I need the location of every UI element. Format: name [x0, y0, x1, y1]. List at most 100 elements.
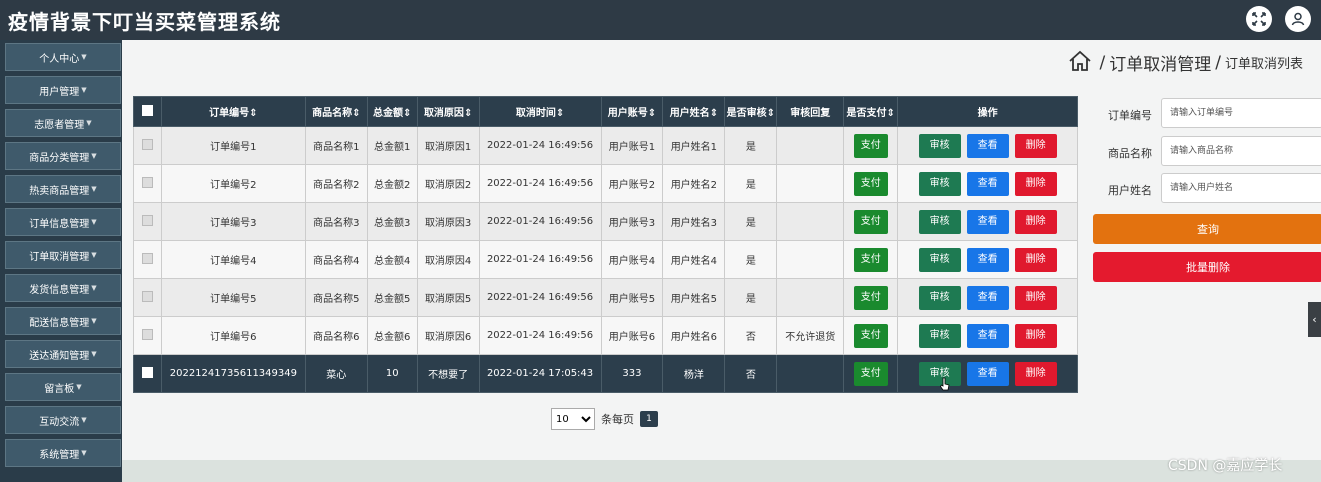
- table-row: 订单编号1 商品名称1 总金额1 取消原因1 2022-01-24 16:49:…: [133, 126, 1078, 165]
- delete-button[interactable]: 删除: [1014, 285, 1057, 310]
- audit-button[interactable]: 审核: [918, 133, 961, 158]
- chevron-down-icon: ▼: [91, 152, 97, 160]
- row-checkbox[interactable]: [141, 328, 153, 340]
- chevron-down-icon: ▼: [81, 416, 87, 424]
- top-bar: 疫情背景下叮当买菜管理系统: [0, 0, 1321, 40]
- col-order-no[interactable]: 订单编号⇕: [160, 96, 306, 127]
- col-audited[interactable]: 是否审核⇕: [724, 96, 778, 127]
- order-no-input[interactable]: [1161, 98, 1321, 128]
- table-row: 订单编号3 商品名称3 总金额3 取消原因3 2022-01-24 16:49:…: [133, 202, 1078, 241]
- pay-button[interactable]: 支付: [853, 247, 888, 272]
- row-checkbox[interactable]: [141, 214, 153, 226]
- table-header-row: 订单编号⇕ 商品名称⇕ 总金额⇕ 取消原因⇕ 取消时间⇕ 用户账号⇕ 用户姓名⇕…: [133, 96, 1078, 127]
- chevron-down-icon: ▼: [91, 317, 97, 325]
- user-name-input[interactable]: [1161, 173, 1321, 203]
- table-row: 订单编号4 商品名称4 总金额4 取消原因4 2022-01-24 16:49:…: [133, 240, 1078, 279]
- page-number-button[interactable]: 1: [640, 411, 658, 427]
- select-all-checkbox[interactable]: [133, 96, 162, 127]
- col-product[interactable]: 商品名称⇕: [304, 96, 368, 127]
- pay-button[interactable]: 支付: [853, 285, 888, 310]
- row-checkbox[interactable]: [141, 252, 153, 264]
- pagination: 10 条每页 1: [551, 408, 658, 430]
- sidebar-item-order-cancel[interactable]: 订单取消管理 ▼: [5, 241, 121, 269]
- delete-button[interactable]: 删除: [1014, 209, 1057, 234]
- delete-button[interactable]: 删除: [1014, 133, 1057, 158]
- col-account[interactable]: 用户账号⇕: [600, 96, 664, 127]
- footer-strip: [122, 460, 1321, 482]
- view-button[interactable]: 查看: [966, 285, 1009, 310]
- home-icon[interactable]: [1068, 50, 1092, 75]
- delete-button[interactable]: 删除: [1014, 361, 1057, 386]
- view-button[interactable]: 查看: [966, 361, 1009, 386]
- query-button[interactable]: 查询: [1093, 214, 1321, 244]
- chevron-down-icon: ▼: [91, 284, 97, 292]
- row-checkbox[interactable]: [141, 138, 153, 150]
- mouse-cursor-icon: [939, 377, 951, 396]
- pay-button[interactable]: 支付: [853, 323, 888, 348]
- col-time[interactable]: 取消时间⇕: [478, 96, 602, 127]
- sidebar-item-product-category[interactable]: 商品分类管理 ▼: [5, 142, 121, 170]
- delete-button[interactable]: 删除: [1014, 247, 1057, 272]
- sidebar-item-message-board[interactable]: 留言板 ▼: [5, 373, 121, 401]
- row-checkbox[interactable]: [141, 366, 153, 378]
- col-reply: 审核回复: [776, 96, 845, 127]
- chevron-down-icon: ▼: [91, 350, 97, 358]
- collapse-panel-icon[interactable]: ‹: [1308, 302, 1321, 337]
- chevron-down-icon: ▼: [91, 185, 97, 193]
- audit-button[interactable]: 审核: [918, 285, 961, 310]
- sidebar-item-volunteers[interactable]: 志愿者管理 ▼: [5, 109, 121, 137]
- audit-button[interactable]: 审核: [918, 171, 961, 196]
- user-icon[interactable]: [1285, 6, 1311, 32]
- product-name-input[interactable]: [1161, 136, 1321, 166]
- col-actions: 操作: [897, 96, 1078, 127]
- chevron-down-icon: ▼: [81, 86, 87, 94]
- order-cancel-table: 订单编号⇕ 商品名称⇕ 总金额⇕ 取消原因⇕ 取消时间⇕ 用户账号⇕ 用户姓名⇕…: [133, 96, 1078, 393]
- sidebar-item-users[interactable]: 用户管理 ▼: [5, 76, 121, 104]
- view-button[interactable]: 查看: [966, 133, 1009, 158]
- order-no-label: 订单编号: [1108, 109, 1152, 122]
- per-page-label: 条每页: [601, 413, 634, 426]
- breadcrumb: / 订单取消管理 / 订单取消列表: [1068, 50, 1303, 75]
- audit-button[interactable]: 审核: [918, 323, 961, 348]
- breadcrumb-current: 订单取消列表: [1224, 57, 1303, 72]
- watermark: CSDN @嘉应学长: [1168, 458, 1283, 474]
- breadcrumb-main[interactable]: 订单取消管理: [1109, 50, 1211, 75]
- chevron-down-icon: ▼: [91, 251, 97, 259]
- pay-button[interactable]: 支付: [853, 209, 888, 234]
- audit-button[interactable]: 审核: [918, 209, 961, 234]
- row-checkbox[interactable]: [141, 176, 153, 188]
- pay-button[interactable]: 支付: [853, 171, 888, 196]
- sidebar-item-order-info[interactable]: 订单信息管理 ▼: [5, 208, 121, 236]
- batch-delete-button[interactable]: 批量删除: [1093, 252, 1321, 282]
- audit-button[interactable]: 审核: [918, 247, 961, 272]
- page-size-select[interactable]: 10: [551, 408, 595, 430]
- table-row-highlighted: 20221241735611349349 菜心 10 不想要了 2022-01-…: [133, 354, 1078, 393]
- view-button[interactable]: 查看: [966, 323, 1009, 348]
- view-button[interactable]: 查看: [966, 171, 1009, 196]
- chevron-down-icon: ▼: [81, 449, 87, 457]
- sidebar-item-shipping[interactable]: 发货信息管理 ▼: [5, 274, 121, 302]
- delete-button[interactable]: 删除: [1014, 323, 1057, 348]
- sidebar-item-system[interactable]: 系统管理 ▼: [5, 439, 121, 467]
- col-name[interactable]: 用户姓名⇕: [662, 96, 726, 127]
- sidebar-item-personal-center[interactable]: 个人中心 ▼: [5, 43, 121, 71]
- sidebar-item-arrival-notice[interactable]: 送达通知管理 ▼: [5, 340, 121, 368]
- view-button[interactable]: 查看: [966, 247, 1009, 272]
- sidebar-item-delivery[interactable]: 配送信息管理 ▼: [5, 307, 121, 335]
- view-button[interactable]: 查看: [966, 209, 1009, 234]
- product-name-label: 商品名称: [1108, 147, 1152, 160]
- chevron-down-icon: ▼: [91, 218, 97, 226]
- table-row: 订单编号2 商品名称2 总金额2 取消原因2 2022-01-24 16:49:…: [133, 164, 1078, 203]
- sidebar-item-hot-products[interactable]: 热卖商品管理 ▼: [5, 175, 121, 203]
- pay-button[interactable]: 支付: [853, 361, 888, 386]
- app-title: 疫情背景下叮当买菜管理系统: [8, 10, 281, 34]
- row-checkbox[interactable]: [141, 290, 153, 302]
- delete-button[interactable]: 删除: [1014, 171, 1057, 196]
- sidebar-item-interaction[interactable]: 互动交流 ▼: [5, 406, 121, 434]
- pay-button[interactable]: 支付: [853, 133, 888, 158]
- chevron-down-icon: ▼: [86, 119, 92, 127]
- col-reason[interactable]: 取消原因⇕: [416, 96, 480, 127]
- expand-icon[interactable]: [1246, 6, 1272, 32]
- col-amount[interactable]: 总金额⇕: [366, 96, 418, 127]
- col-paid[interactable]: 是否支付⇕: [843, 96, 899, 127]
